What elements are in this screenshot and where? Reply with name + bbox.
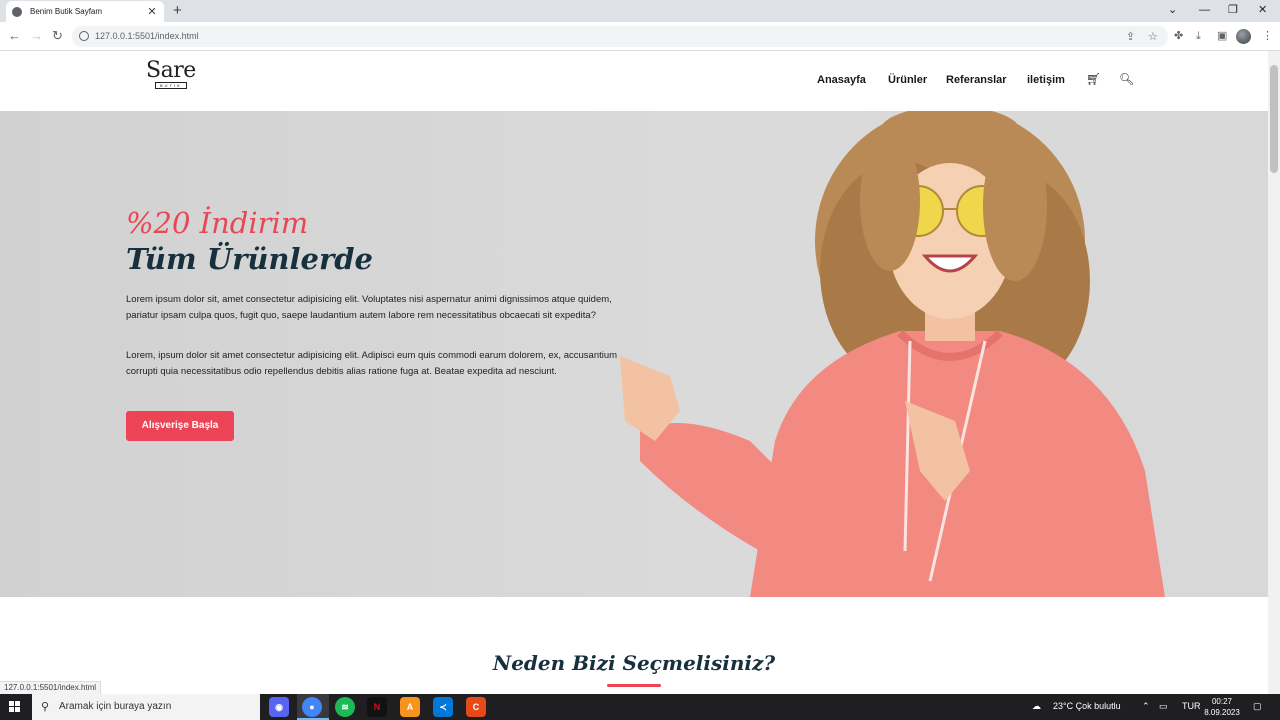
restore-icon[interactable]: ❐ bbox=[1228, 2, 1238, 18]
nav-iletisim[interactable]: iletişim bbox=[1027, 74, 1065, 86]
site-logo[interactable]: Sare BUTİK bbox=[146, 60, 196, 89]
browser-tab[interactable]: Benim Butik Sayfam ✕ bbox=[6, 1, 164, 22]
vscode-icon[interactable]: ≺ bbox=[433, 697, 453, 717]
side-panel-icon[interactable]: ▣ bbox=[1217, 29, 1227, 43]
search-icon: ⚲ bbox=[41, 701, 50, 713]
extensions-icon[interactable]: ✤ bbox=[1174, 29, 1183, 43]
network-icon[interactable]: ▭ bbox=[1159, 701, 1168, 712]
section-title: Neden Bizi Seçmelisiniz? bbox=[492, 651, 776, 675]
close-tab-icon[interactable]: ✕ bbox=[146, 5, 158, 18]
windows-start-icon[interactable] bbox=[9, 701, 21, 713]
hero-section: %20 İndirim Tüm Ürünlerde Lorem ipsum do… bbox=[0, 111, 1268, 597]
browser-tabbar: Benim Butik Sayfam ✕ + ⌄ — ❐ ✕ bbox=[0, 0, 1280, 22]
section-underline bbox=[607, 684, 661, 687]
weather-icon[interactable]: ☁ bbox=[1032, 701, 1041, 712]
share-icon[interactable]: ⇪ bbox=[1126, 30, 1135, 43]
new-tab-icon[interactable]: + bbox=[173, 2, 182, 20]
page-scrollbar[interactable] bbox=[1268, 51, 1280, 694]
bookmark-star-icon[interactable]: ☆ bbox=[1148, 30, 1158, 43]
windows-taskbar: ⚲ Aramak için buraya yazın ◉ ● ≋ N A ≺ C… bbox=[0, 694, 1280, 720]
weather-text[interactable]: 23°C Çok bulutlu bbox=[1053, 701, 1121, 711]
cart-icon[interactable]: 🛒︎ bbox=[1086, 72, 1101, 86]
discord-icon[interactable]: ◉ bbox=[269, 697, 289, 717]
netflix-icon[interactable]: N bbox=[367, 697, 387, 717]
browser-toolbar: ← → ↻ 127.0.0.1:5501/index.html ⇪ ☆ ✤ ⤓ … bbox=[0, 22, 1280, 51]
app-c-icon[interactable]: C bbox=[466, 697, 486, 717]
tab-search-icon[interactable]: ⌄ bbox=[1168, 2, 1177, 18]
profile-avatar[interactable] bbox=[1236, 29, 1251, 44]
globe-icon bbox=[12, 6, 22, 17]
hero-model-image bbox=[620, 111, 1165, 597]
hero-paragraph-2: Lorem, ipsum dolor sit amet consectetur … bbox=[126, 350, 618, 377]
app-a-icon[interactable]: A bbox=[400, 697, 420, 717]
nav-anasayfa[interactable]: Anasayfa bbox=[817, 74, 866, 86]
menu-icon[interactable]: ⋮ bbox=[1262, 29, 1273, 43]
web-page: Sare BUTİK Anasayfa Ürünler Referanslar … bbox=[0, 51, 1268, 694]
forward-icon[interactable]: → bbox=[30, 29, 43, 43]
tab-title: Benim Butik Sayfam bbox=[30, 7, 103, 16]
address-bar[interactable]: 127.0.0.1:5501/index.html ⇪ ☆ bbox=[72, 26, 1168, 47]
nav-referanslar[interactable]: Referanslar bbox=[946, 74, 1007, 86]
tray-expand-icon[interactable]: ⌃ bbox=[1142, 701, 1150, 712]
site-header: Sare BUTİK Anasayfa Ürünler Referanslar … bbox=[0, 51, 1268, 111]
notification-icon[interactable]: ▢ bbox=[1253, 701, 1262, 712]
language-indicator[interactable]: TUR bbox=[1182, 701, 1201, 711]
spotify-icon[interactable]: ≋ bbox=[335, 697, 355, 717]
hero-discount-title: %20 İndirim bbox=[126, 206, 309, 240]
scrollbar-thumb[interactable] bbox=[1270, 65, 1278, 173]
reload-icon[interactable]: ↻ bbox=[52, 29, 63, 43]
info-icon[interactable] bbox=[79, 31, 89, 41]
chrome-icon[interactable]: ● bbox=[302, 697, 322, 717]
back-icon[interactable]: ← bbox=[8, 29, 21, 43]
download-icon[interactable]: ⤓ bbox=[1196, 29, 1201, 43]
taskbar-clock[interactable]: 00:27 8.09.2023 bbox=[1200, 696, 1244, 718]
minimize-icon[interactable]: — bbox=[1199, 2, 1210, 18]
start-shopping-button[interactable]: Alışverişe Başla bbox=[126, 411, 234, 441]
close-window-icon[interactable]: ✕ bbox=[1258, 2, 1267, 18]
status-url: 127.0.0.1:5501/index.html bbox=[0, 681, 102, 694]
hero-paragraph-1: Lorem ipsum dolor sit, amet consectetur … bbox=[126, 294, 612, 321]
taskbar-search[interactable]: ⚲ Aramak için buraya yazın bbox=[32, 694, 260, 720]
nav-urunler[interactable]: Ürünler bbox=[888, 74, 927, 86]
search-icon[interactable]: 🔍︎ bbox=[1119, 72, 1134, 86]
hero-subtitle: Tüm Ürünlerde bbox=[126, 242, 373, 276]
url-text: 127.0.0.1:5501/index.html bbox=[95, 31, 199, 41]
